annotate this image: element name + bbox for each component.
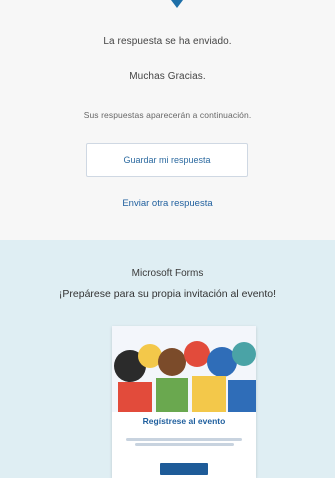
event-illustration [112, 326, 256, 412]
card-description [126, 436, 242, 450]
promo-headline: ¡Prepárese para su propia invitación al … [58, 288, 277, 300]
arrow-down-icon [171, 0, 183, 8]
promo-card[interactable]: Regístrese al evento [112, 326, 256, 478]
response-sent-message: La respuesta se ha enviado. [103, 36, 232, 47]
desc-line [126, 438, 242, 441]
card-action-button[interactable] [160, 463, 208, 475]
brand-label: Microsoft Forms [131, 268, 204, 279]
info-text: Sus respuestas aparecerán a continuación… [83, 110, 252, 120]
thanks-text: Muchas Gracias. [129, 71, 206, 82]
card-title: Regístrese al evento [142, 416, 226, 426]
send-another-response-link[interactable]: Enviar otra respuesta [0, 198, 335, 209]
save-response-button[interactable]: Guardar mi respuesta [86, 143, 248, 177]
desc-line [135, 443, 234, 446]
